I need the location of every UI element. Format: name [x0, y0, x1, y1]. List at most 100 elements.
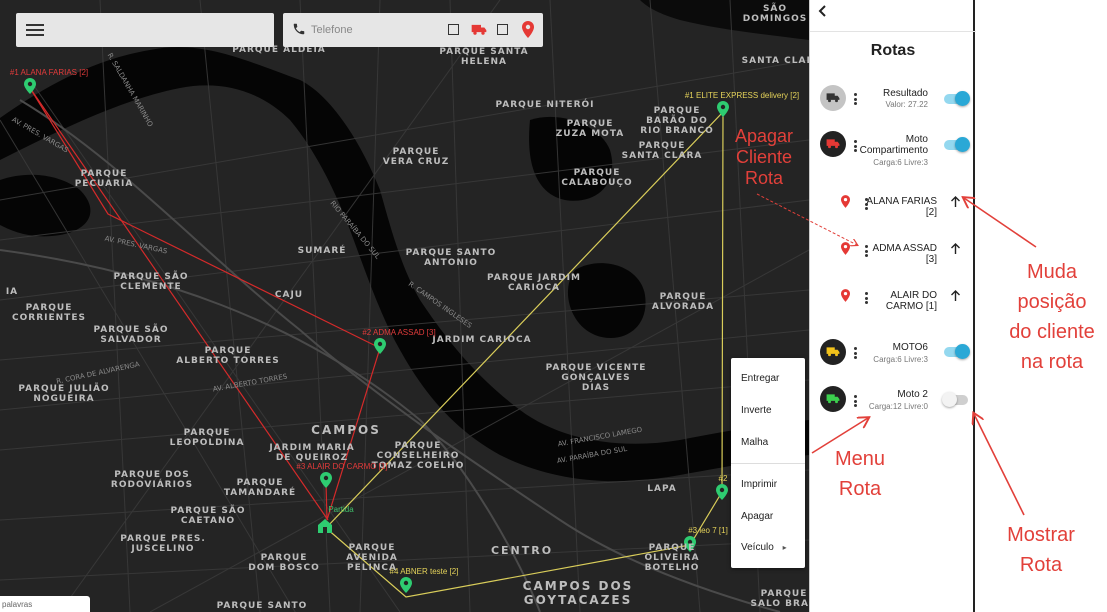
- kebab-icon[interactable]: [854, 93, 858, 105]
- truck-icon: [826, 93, 840, 103]
- vehicle-avatar: [820, 85, 846, 111]
- map-label: LAPA: [647, 484, 677, 494]
- map-label: PARQUE SANTA CLARA: [621, 141, 703, 161]
- chevron-left-icon[interactable]: [816, 4, 828, 18]
- annotation-mostrar: Mostrar Rota: [1007, 524, 1075, 576]
- map-label: PARQUE BARÃO DO RIO BRANCO: [640, 106, 714, 136]
- annotation-menu: Menu Rota: [834, 448, 886, 500]
- map-label: PARQUE SALO BRAN: [750, 589, 809, 609]
- chevron-right-icon: ▸: [782, 543, 787, 552]
- map-pin-icon: [841, 195, 850, 208]
- client-name: ALANA FARIAS [2]: [866, 196, 937, 218]
- menu-bar: [16, 13, 274, 47]
- menu-item-malha[interactable]: Malha: [741, 437, 768, 448]
- menu-item-apagar[interactable]: Apagar: [741, 511, 773, 522]
- arrow-up-icon[interactable]: [950, 290, 961, 302]
- map-label: PARQUE JULIÃO NOGUEIRA: [18, 384, 110, 404]
- marker-label: #2: [718, 474, 728, 483]
- menu-item-imprimir[interactable]: Imprimir: [741, 479, 777, 490]
- kebab-icon[interactable]: [865, 292, 869, 304]
- filter-checkbox[interactable]: [448, 24, 459, 35]
- map-label: IA: [5, 287, 19, 297]
- footer-tab[interactable]: palavras: [0, 596, 90, 612]
- phone-icon: [293, 23, 305, 35]
- vehicle-sub: Carga:12 Livre:0: [868, 402, 928, 411]
- annotation-apagar: Apagar Cliente Rota: [734, 126, 794, 188]
- map-label: PARQUE DOM BOSCO: [248, 553, 320, 573]
- map-pin-icon: [841, 242, 850, 255]
- route-visibility-toggle[interactable]: [942, 392, 968, 407]
- map-label: PARQUE VICENTE GONÇALVES DIAS: [545, 363, 647, 393]
- kebab-icon[interactable]: [865, 245, 869, 257]
- map-label: PARQUE CORRIENTES: [12, 303, 86, 323]
- map-label: PARQUE LEOPOLDINA: [169, 428, 245, 448]
- marker-label: #3 leo 7 [1]: [688, 526, 728, 535]
- menu-item-veiculo[interactable]: Veículo ▸: [741, 542, 787, 553]
- phone-input[interactable]: [311, 21, 441, 39]
- marker-label: #1 ALANA FARIAS [2]: [9, 68, 89, 77]
- menu-item-entregar[interactable]: Entregar: [741, 373, 779, 384]
- map-label: PARQUE PRES. JUSCELINO: [120, 534, 206, 554]
- vehicle-name: Moto 2: [897, 389, 928, 400]
- route-visibility-toggle[interactable]: [944, 91, 970, 106]
- truck-icon: [826, 347, 840, 357]
- vehicle-avatar: [820, 339, 846, 365]
- vehicle-avatar: [820, 386, 846, 412]
- marker-label: #4 ABNER teste [2]: [389, 567, 459, 576]
- menu-divider: [731, 463, 805, 464]
- map-label: SANTA CLAR: [741, 56, 809, 66]
- marker-label: #1 ELITE EXPRESS delivery [2]: [684, 91, 800, 100]
- kebab-icon[interactable]: [854, 347, 858, 359]
- map-label: PARQUE SÃO CAETANO: [170, 506, 246, 526]
- filter-checkbox[interactable]: [497, 24, 508, 35]
- vehicle-name: Moto Compartimento: [859, 134, 928, 156]
- route-visibility-toggle[interactable]: [944, 344, 970, 359]
- kebab-icon[interactable]: [854, 395, 858, 407]
- route-context-menu: Entregar Inverte Malha Imprimir Apagar V…: [731, 358, 805, 568]
- route-visibility-toggle[interactable]: [944, 137, 970, 152]
- routes-panel: Rotas Resultado Valor: 27.22 Moto Compar…: [809, 0, 976, 612]
- map-label: JARDIM CARIOCA: [432, 335, 532, 345]
- map-label: JARDIM MARIA DE QUEIROZ: [269, 443, 355, 463]
- marker-label: #3 ALAIR DO CARMO [1]: [296, 462, 388, 471]
- vehicle-name: MOTO6: [892, 342, 928, 353]
- map-label: PARQUE CALABOUÇO: [561, 168, 633, 188]
- vehicle-name: Resultado: [882, 88, 928, 99]
- map-label: PARQUE OLIVEIRA BOTELHO: [644, 543, 700, 573]
- arrow-up-icon[interactable]: [950, 243, 961, 255]
- map-label: PARQUE ZUZA MOTA: [555, 119, 625, 139]
- hamburger-icon[interactable]: [26, 24, 44, 36]
- phone-search-bar: [283, 13, 543, 47]
- map-label: PARQUE DOS RODOVIÁRIOS: [110, 470, 194, 490]
- map-label: PARQUE SÃO CLEMENTE: [113, 272, 189, 292]
- map-pin-icon[interactable]: [522, 21, 534, 38]
- annotation-muda: Muda posição do cliente na rota: [1009, 261, 1095, 373]
- marker-label: #2 ADMA ASSAD [3]: [362, 328, 436, 337]
- panel-title: Rotas: [870, 42, 916, 59]
- map-label: SÃO DOMINGOS: [742, 4, 808, 24]
- map-pin-icon: [841, 289, 850, 302]
- map-label: CAJU: [274, 290, 304, 300]
- map-label: CENTRO: [490, 544, 554, 557]
- map-label: PARQUE SANTA HELENA: [439, 47, 529, 67]
- truck-icon: [826, 139, 840, 149]
- map-label: PARQUE ALBERTO TORRES: [176, 346, 280, 366]
- arrow-up-icon[interactable]: [950, 196, 961, 208]
- map-label: PARQUE TAMANDARÉ: [223, 478, 297, 498]
- map-label: PARQUE PECUARIA: [74, 169, 134, 189]
- vehicle-sub: Carga:6 Livre:3: [873, 355, 928, 364]
- client-name: ADMA ASSAD [3]: [872, 243, 937, 265]
- panel-header: [810, 0, 976, 32]
- map-view[interactable]: PARQUE ALDEIA PARQUE SANTA HELENA PARQUE…: [0, 0, 809, 612]
- client-name: ALAIR DO CARMO [1]: [885, 290, 937, 312]
- city-label: Campos: [311, 423, 381, 437]
- vehicle-avatar: [820, 131, 846, 157]
- map-label: PARQUE ALVORADA: [651, 292, 715, 312]
- map-label: SUMARÉ: [297, 246, 347, 256]
- truck-icon: [826, 394, 840, 404]
- map-label: PARQUE SANTO ANTONIO: [405, 248, 497, 268]
- map-label: PARQUE SÃO SALVADOR: [93, 325, 169, 345]
- menu-item-inverte[interactable]: Inverte: [741, 405, 772, 416]
- kebab-icon[interactable]: [854, 140, 858, 152]
- map-label: PARQUE SANTO: [216, 601, 308, 611]
